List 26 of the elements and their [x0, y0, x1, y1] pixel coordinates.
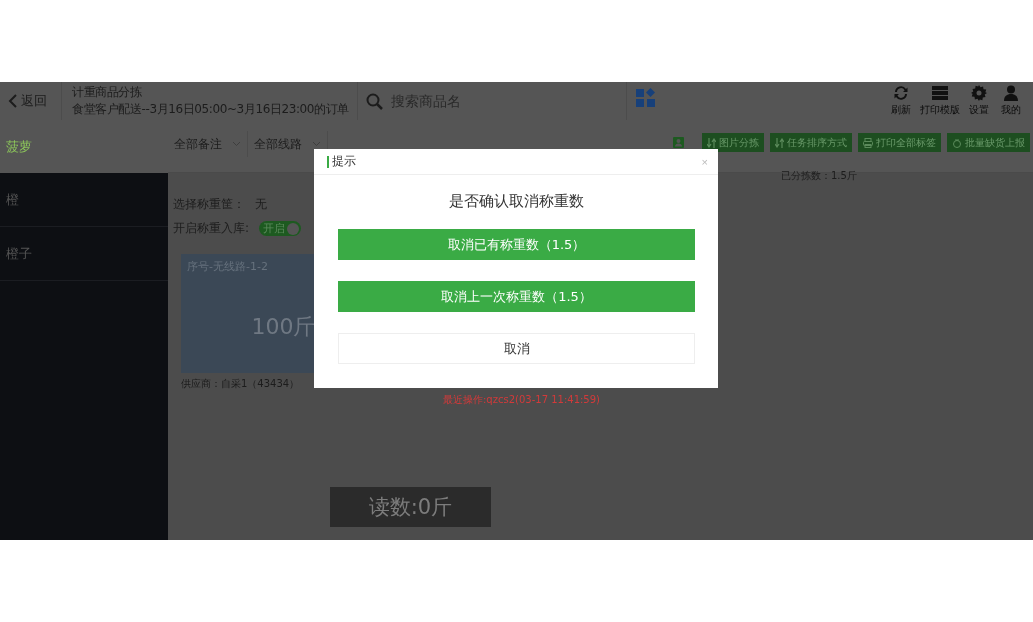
- action-button[interactable]: 打印全部标签: [858, 133, 941, 152]
- confirm-button[interactable]: 取消上一次称重数（1.5）: [338, 281, 695, 312]
- last-operation: 最近操作:qzcs2(03-17 11:41:59): [443, 393, 601, 407]
- bag-icon: [952, 137, 962, 148]
- action-button[interactable]: 任务排序方式: [770, 133, 852, 152]
- user-icon: [1004, 85, 1018, 101]
- dialog-title: 提示: [332, 153, 356, 170]
- contact-icon[interactable]: [673, 137, 684, 148]
- sidebar-item[interactable]: 菠萝: [0, 120, 168, 173]
- grid-icon[interactable]: [635, 88, 655, 107]
- server-icon: [931, 85, 949, 101]
- scale-reading: 读数:0斤: [330, 487, 491, 527]
- sort-icon: [707, 137, 716, 148]
- toolbar-button[interactable]: 我的: [995, 85, 1027, 117]
- action-button[interactable]: 图片分拣: [702, 133, 764, 152]
- dialog-message: 是否确认取消称重数: [447, 192, 585, 212]
- sort-icon: [775, 137, 784, 148]
- cancel-button[interactable]: 取消: [338, 333, 695, 364]
- settings-icon: [971, 85, 987, 101]
- toolbar-button[interactable]: 打印模版: [917, 85, 963, 117]
- refresh-icon: [892, 85, 910, 101]
- confirm-button[interactable]: 取消已有称重数（1.5）: [338, 229, 695, 260]
- printer-icon: [863, 137, 873, 148]
- back-icon: [8, 94, 17, 108]
- search-icon: [365, 92, 383, 110]
- close-button[interactable]: ×: [701, 155, 708, 168]
